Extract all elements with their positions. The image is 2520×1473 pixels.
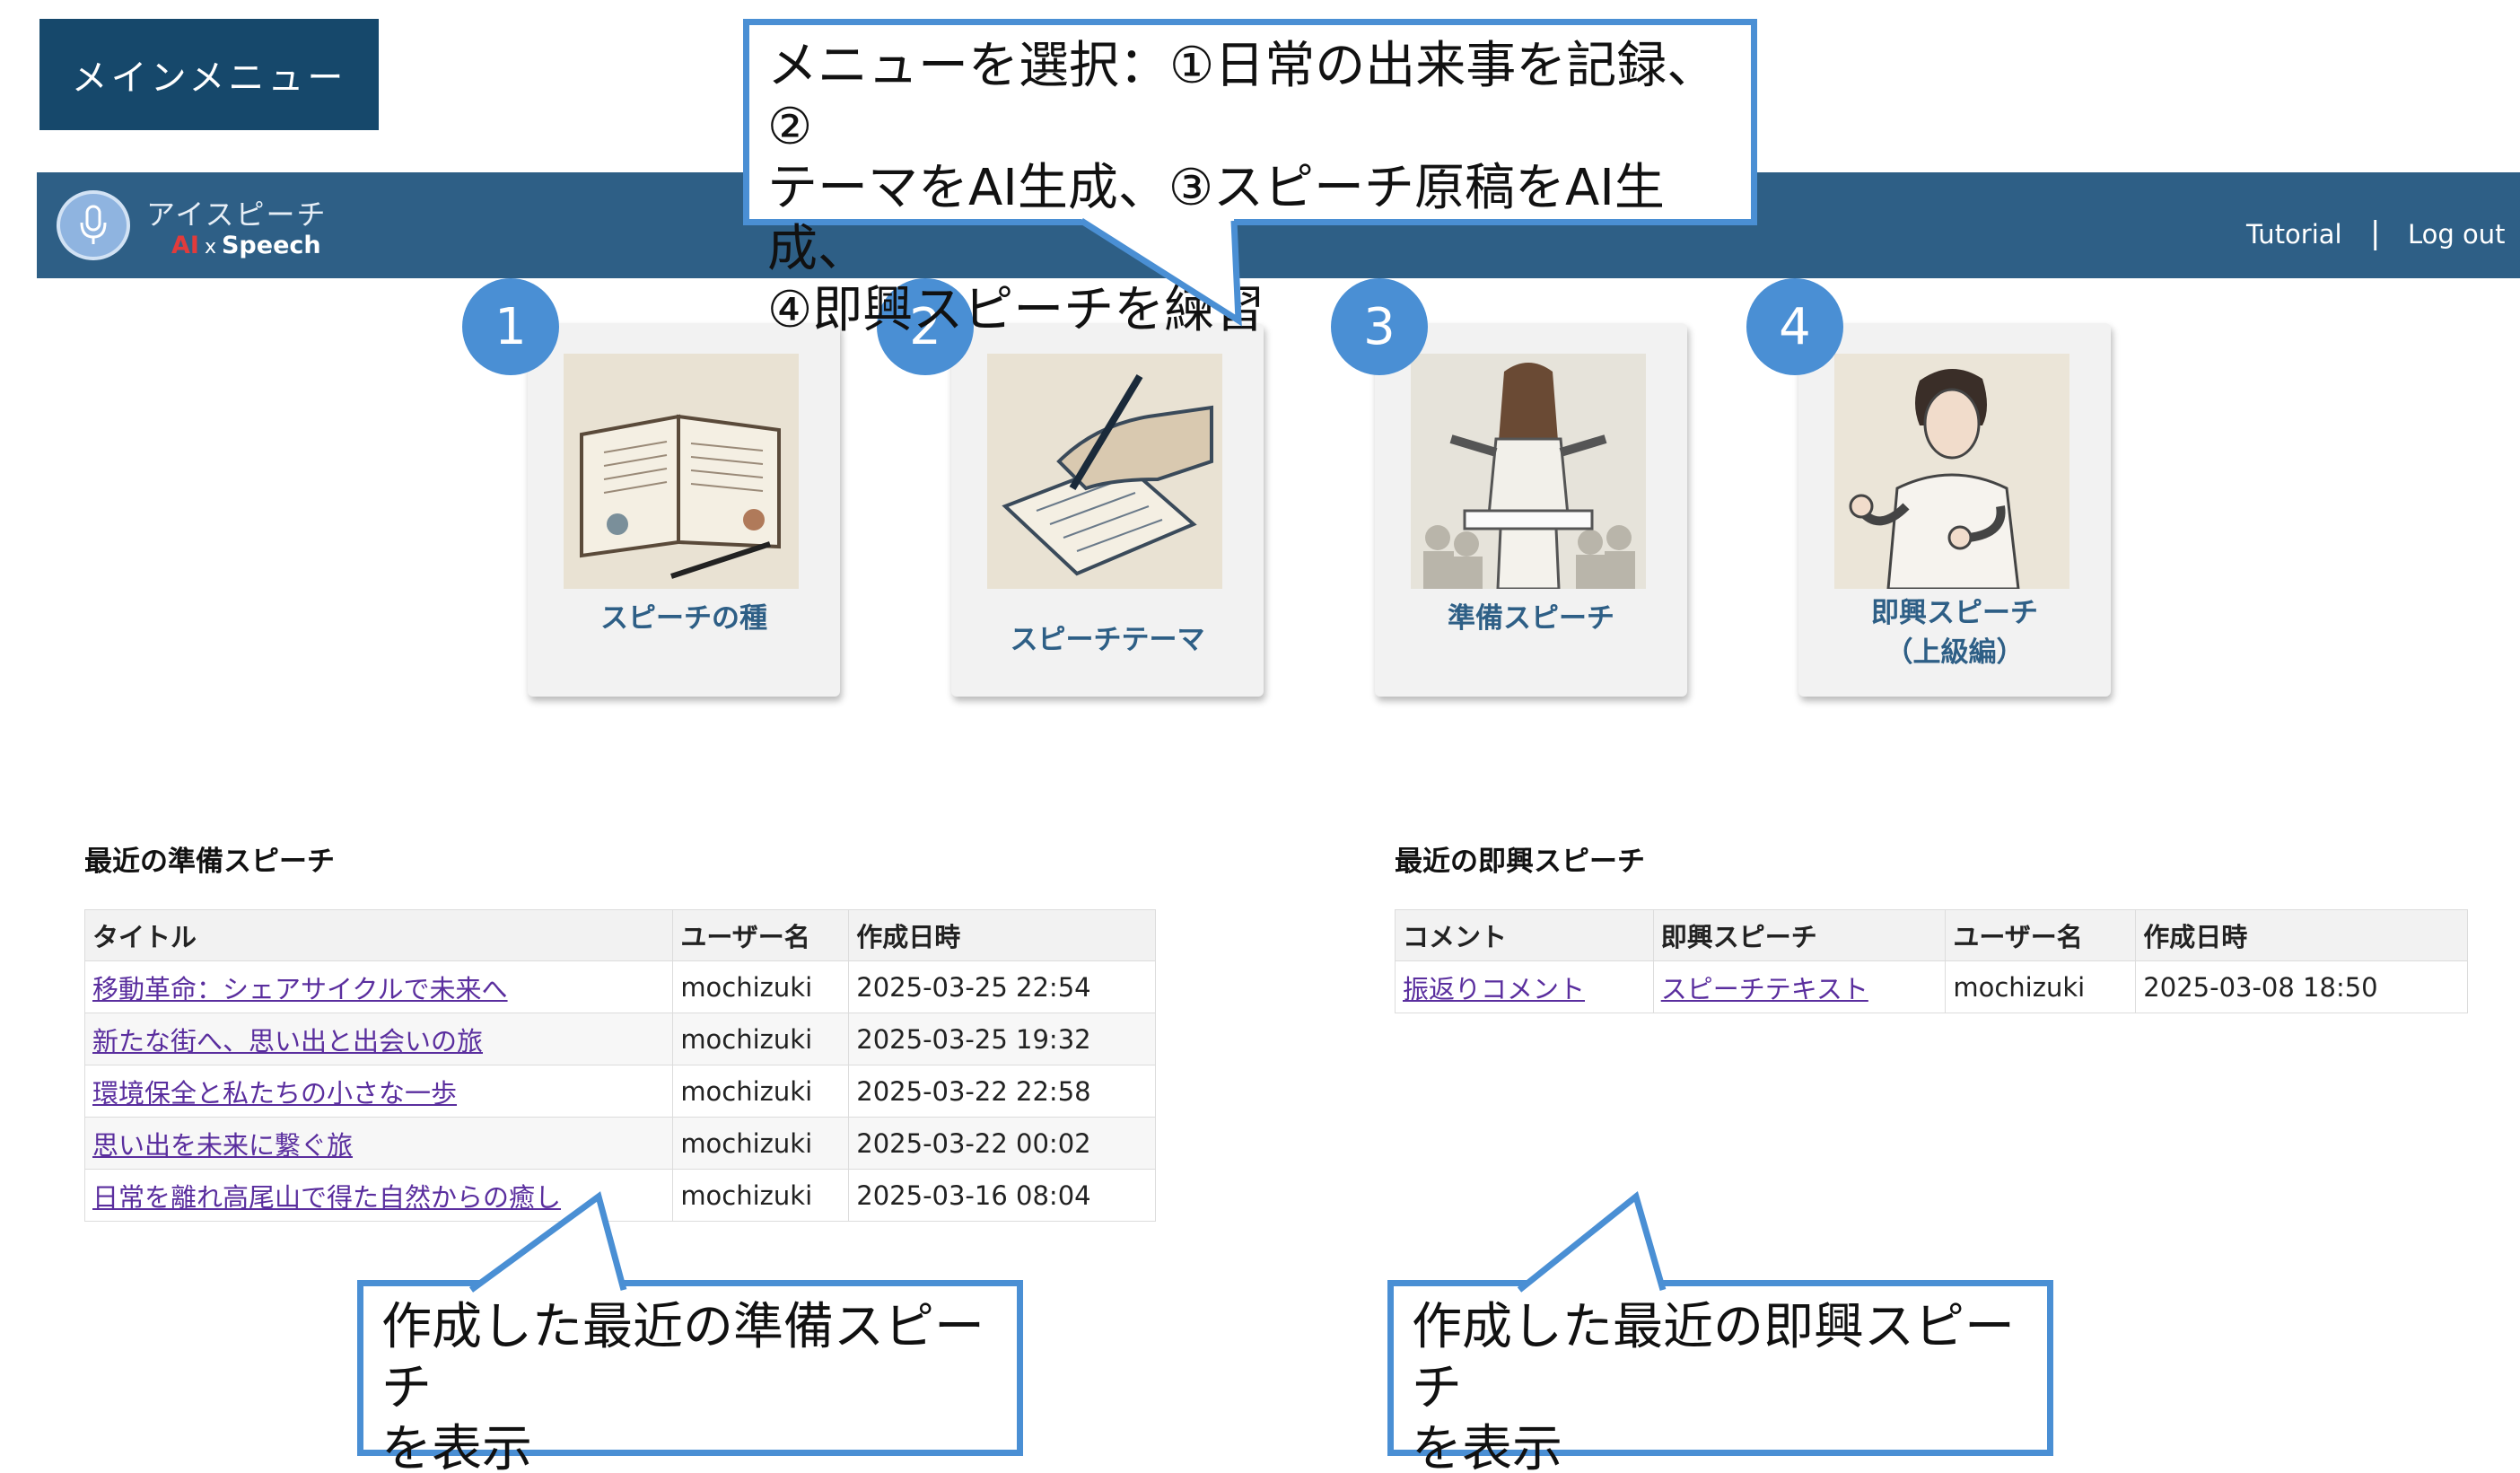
writing-hand-icon: [987, 354, 1222, 589]
user-cell: mochizuki: [672, 1117, 850, 1170]
user-cell: mochizuki: [672, 1013, 850, 1065]
user-cell: mochizuki: [672, 960, 850, 1013]
column-header-title: タイトル: [83, 909, 674, 961]
menu-card-speech-seed[interactable]: スピーチの種: [528, 323, 840, 697]
table-row: 移動革命：シェアサイクルで未来へ mochizuki 2025-03-25 22…: [83, 960, 1156, 1013]
user-cell: mochizuki: [672, 1169, 850, 1222]
created-cell: 2025-03-25 19:32: [848, 1013, 1156, 1065]
prepared-speech-table: タイトル ユーザー名 作成日時 移動革命：シェアサイクルで未来へ mochizu…: [83, 909, 1156, 1222]
nav-separator: |: [2370, 215, 2381, 251]
page-label: メインメニュー: [71, 57, 347, 99]
brand-subtitle: AI x Speech: [171, 232, 321, 259]
callout-pointer: [1080, 218, 1242, 327]
callout-impromptu-speech: 作成した最近の即興スピーチ を表示: [1387, 1190, 2053, 1473]
menu-card-label-line1: 即興スピーチ: [1871, 597, 2038, 629]
table-row: 振返りコメント スピーチテキスト mochizuki 2025-03-08 18…: [1395, 960, 2468, 1013]
callout-menu-description: メニューを選択：①日常の出来事を記録、② テーマをAI生成、③スピーチ原稿をAI…: [743, 19, 1757, 339]
brand-sub-ai: AI: [171, 232, 199, 259]
speech-title-link[interactable]: 環境保全と私たちの小さな一歩: [92, 1078, 457, 1109]
column-header-comment: コメント: [1395, 909, 1654, 961]
user-cell: mochizuki: [1945, 960, 2137, 1013]
step-badge-1: 1: [462, 278, 559, 375]
menu-card-impromptu-speech[interactable]: 即興スピーチ （上級編）: [1798, 323, 2111, 697]
speech-text-link[interactable]: スピーチテキスト: [1661, 974, 1868, 1004]
column-header-speech: 即興スピーチ: [1652, 909, 1947, 961]
menu-card-speech-theme[interactable]: スピーチテーマ: [951, 323, 1264, 697]
column-header-user: ユーザー名: [672, 909, 850, 961]
speech-title-link[interactable]: 新たな街へ、思い出と出会いの旅: [92, 1026, 483, 1057]
step-badge-4: 4: [1746, 278, 1843, 375]
microphone-logo-icon[interactable]: [57, 190, 130, 260]
nav-tutorial-link[interactable]: Tutorial: [2246, 219, 2342, 250]
brand-name: アイスピーチ: [146, 197, 328, 232]
open-diary-icon: [564, 354, 799, 589]
table-row: 新たな街へ、思い出と出会いの旅 mochizuki 2025-03-25 19:…: [83, 1013, 1156, 1065]
page-label-box: メインメニュー: [39, 19, 379, 130]
table-header-row: タイトル ユーザー名 作成日時: [83, 909, 1156, 961]
impromptu-speech-section-title: 最近の即興スピーチ: [1395, 846, 1645, 878]
speech-title-link[interactable]: 思い出を未来に繋ぐ旅: [92, 1130, 353, 1161]
comment-link[interactable]: 振返りコメント: [1403, 974, 1585, 1004]
column-header-user: ユーザー名: [1945, 909, 2137, 961]
user-cell: mochizuki: [672, 1065, 850, 1118]
brand-sub-speech: Speech: [221, 232, 321, 259]
created-cell: 2025-03-16 08:04: [848, 1169, 1156, 1222]
callout-pointer: [1517, 1190, 1667, 1293]
podium-speaker-icon: [1411, 354, 1646, 589]
gesturing-man-icon: [1834, 354, 2069, 589]
callout-text-line2: を表示: [1412, 1420, 1562, 1473]
menu-card-label-line2: （上級編）: [1885, 636, 2025, 669]
speech-title-link[interactable]: 移動革命：シェアサイクルで未来へ: [92, 974, 508, 1004]
table-row: 環境保全と私たちの小さな一歩 mochizuki 2025-03-22 22:5…: [83, 1065, 1156, 1118]
brand-sub-x: x: [204, 236, 216, 259]
prepared-speech-section-title: 最近の準備スピーチ: [84, 846, 335, 878]
created-cell: 2025-03-25 22:54: [848, 960, 1156, 1013]
callout-text-line2: を表示: [381, 1420, 532, 1473]
callout-text-line1: 作成した最近の準備スピーチ: [381, 1298, 984, 1417]
column-header-created: 作成日時: [848, 909, 1156, 961]
menu-card-label: スピーチテーマ: [1010, 624, 1205, 656]
callout-text-line1: 作成した最近の即興スピーチ: [1412, 1298, 2015, 1417]
created-cell: 2025-03-22 22:58: [848, 1065, 1156, 1118]
impromptu-speech-table: コメント 即興スピーチ ユーザー名 作成日時 振返りコメント スピーチテキスト …: [1395, 909, 2468, 1013]
menu-card-prepared-speech[interactable]: 準備スピーチ: [1375, 323, 1687, 697]
created-cell: 2025-03-22 00:02: [848, 1117, 1156, 1170]
menu-card-label: スピーチの種: [600, 602, 767, 635]
callout-text-line1: メニューを選択：①日常の出来事を記録、②: [767, 37, 1718, 156]
callout-pointer: [468, 1191, 627, 1293]
table-header-row: コメント 即興スピーチ ユーザー名 作成日時: [1395, 909, 2468, 961]
callout-prepared-speech: 作成した最近の準備スピーチ を表示: [357, 1191, 1023, 1473]
menu-card-label: 準備スピーチ: [1448, 602, 1614, 635]
created-cell: 2025-03-08 18:50: [2135, 960, 2468, 1013]
column-header-created: 作成日時: [2135, 909, 2468, 961]
nav-logout-link[interactable]: Log out: [2408, 219, 2506, 250]
table-row: 思い出を未来に繋ぐ旅 mochizuki 2025-03-22 00:02: [83, 1117, 1156, 1170]
